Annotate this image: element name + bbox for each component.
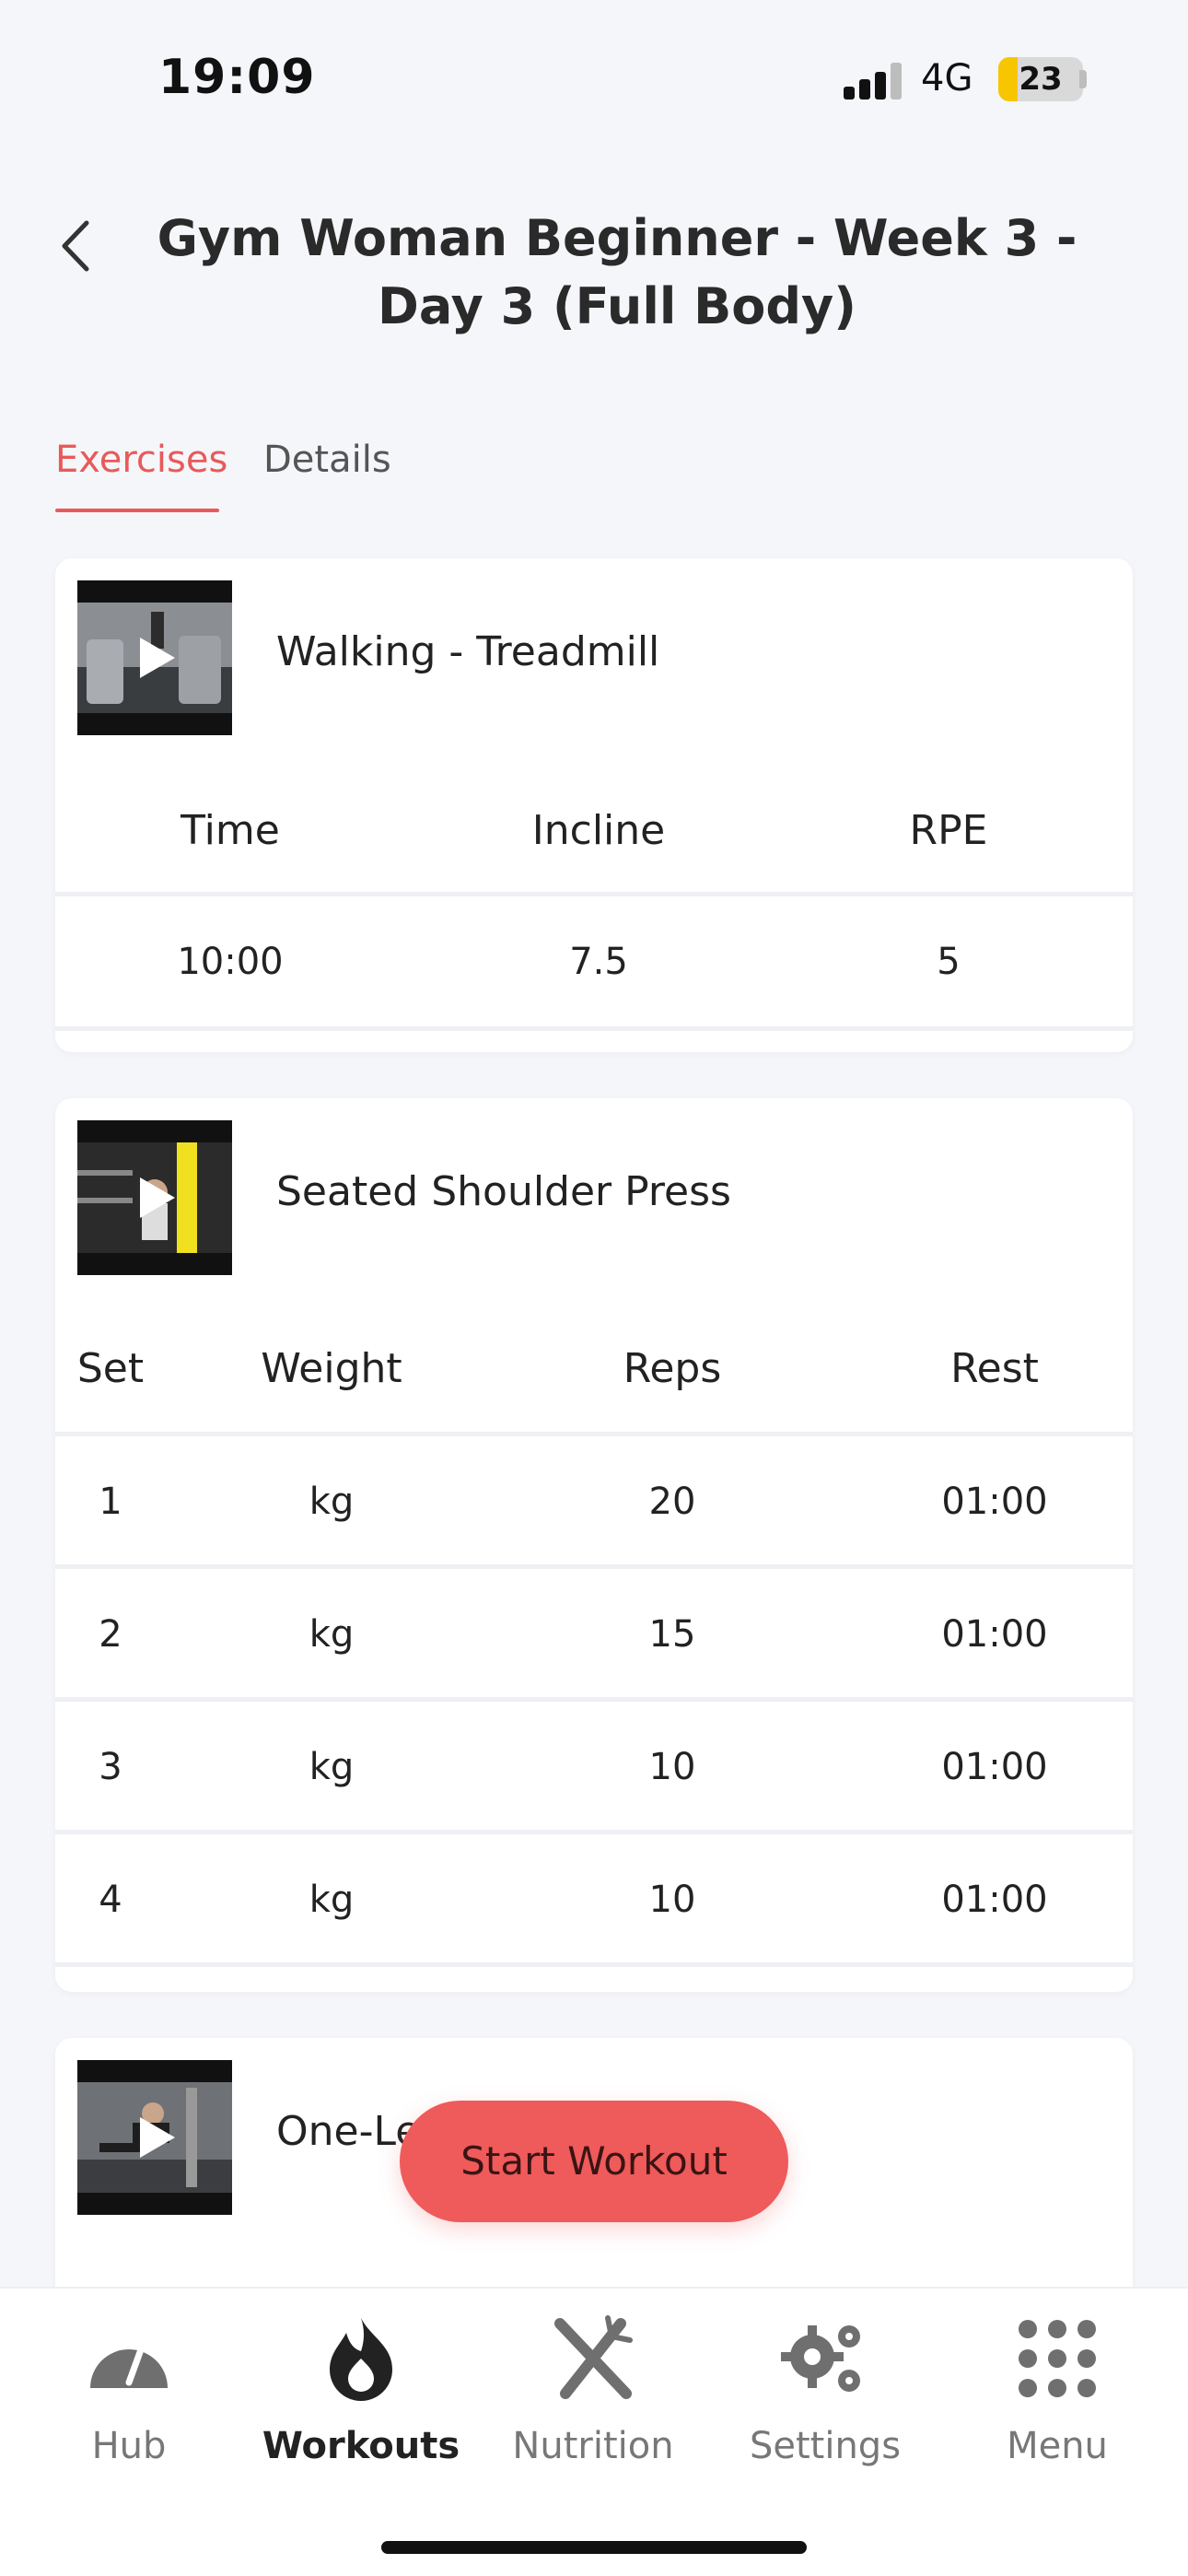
table-row[interactable]: 4 kg 10 01:00 [55,1830,1133,1962]
tab-details[interactable]: Details [263,439,391,481]
gears-icon [779,2314,871,2403]
nav-label: Hub [91,2425,167,2467]
column-header-set: Set [76,1345,145,1392]
column-header-rest: Rest [950,1345,1039,1392]
set-number: 2 [99,1613,122,1656]
back-button[interactable] [53,214,99,278]
set-number: 4 [99,1879,122,1921]
set-number: 3 [99,1746,122,1788]
column-header-reps: Reps [623,1345,722,1392]
battery-percent: 23 [1019,61,1063,98]
exercise-card[interactable]: Seated Shoulder Press Set Weight Reps Re… [55,1098,1133,1992]
reps-value: 15 [648,1613,696,1656]
network-type: 4G [921,57,973,100]
weight-field[interactable]: kg [285,1879,378,1921]
nav-label: Nutrition [512,2425,674,2467]
tab-exercises[interactable]: Exercises [55,439,227,481]
start-workout-button[interactable]: Start Workout [400,2101,788,2222]
nav-label: Menu [1007,2425,1108,2467]
battery-tip [1079,70,1087,88]
nav-item-workouts[interactable]: Workouts [260,2314,462,2467]
column-header-rpe: RPE [909,807,988,854]
status-bar: 19:09 4G 23 [0,0,1188,157]
signal-icon [844,63,903,100]
exercise-name: Seated Shoulder Press [276,1168,731,1215]
chevron-left-icon [62,220,89,272]
weight-field[interactable]: kg [285,1481,378,1523]
nav-item-settings[interactable]: Settings [724,2314,926,2467]
status-time: 19:09 [158,50,316,105]
nav-item-hub[interactable]: Hub [28,2314,230,2467]
time-value: 10:00 [177,941,284,983]
row-divider [55,1026,1133,1052]
nav-label: Workouts [262,2425,460,2467]
table-row[interactable]: 2 kg 15 01:00 [55,1564,1133,1697]
exercise-card[interactable]: Walking - Treadmill Time Incline RPE 10:… [55,558,1133,1052]
reps-value: 10 [648,1746,696,1788]
active-tab-indicator [55,509,219,512]
nav-label: Settings [749,2425,902,2467]
rest-value: 01:00 [941,1879,1048,1921]
column-header-incline: Incline [531,807,666,854]
rest-value: 01:00 [941,1613,1048,1656]
weight-field[interactable]: kg [285,1613,378,1656]
table-row[interactable]: 10:00 7.5 5 [55,892,1133,1026]
exercise-video-thumbnail[interactable] [77,2060,232,2215]
row-divider [55,1962,1133,1992]
nav-item-nutrition[interactable]: Nutrition [492,2314,694,2467]
weight-field[interactable]: kg [285,1746,378,1788]
table-row[interactable]: 1 kg 20 01:00 [55,1432,1133,1564]
rpe-value: 5 [937,941,961,983]
exercise-name: Walking - Treadmill [276,628,660,675]
table-row[interactable]: 3 kg 10 01:00 [55,1697,1133,1830]
home-indicator [381,2541,807,2554]
rest-value: 01:00 [941,1481,1048,1523]
reps-value: 20 [648,1481,696,1523]
reps-value: 10 [648,1879,696,1921]
play-icon [140,2117,175,2158]
incline-value: 7.5 [569,941,628,983]
fork-knife-icon [547,2314,639,2403]
battery-icon: 23 [998,57,1083,101]
exercise-video-thumbnail[interactable] [77,1120,232,1275]
column-header-time: Time [181,807,280,854]
column-header-weight: Weight [261,1345,402,1392]
play-icon [140,638,175,678]
exercise-video-thumbnail[interactable] [77,580,232,735]
grid-dots-icon [1011,2314,1103,2403]
bottom-nav: Hub Workouts Nutrition Settings Menu [0,2287,1188,2576]
set-number: 1 [99,1481,122,1523]
nav-item-menu[interactable]: Menu [956,2314,1159,2467]
play-icon [140,1177,175,1218]
page-title: Gym Woman Beginner - Week 3 - Day 3 (Ful… [157,209,1077,335]
rest-value: 01:00 [941,1746,1048,1788]
gauge-icon [83,2314,175,2403]
flame-icon [315,2314,407,2403]
